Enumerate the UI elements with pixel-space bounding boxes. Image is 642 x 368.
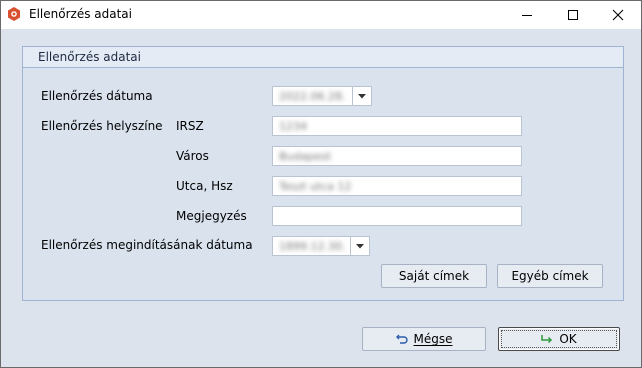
street-input[interactable]: Teszt utca 12 [272, 176, 522, 196]
dialog-window: Ellenőrzés adatai Ellenőrzés adatai Elle… [0, 0, 642, 368]
minimize-icon [522, 15, 532, 16]
cancel-button[interactable]: Mégse [362, 327, 486, 351]
inspection-location-label: Ellenőrzés helyszíne [41, 119, 163, 133]
inspection-date-label: Ellenőrzés dátuma [41, 89, 153, 103]
chevron-down-icon [356, 243, 364, 248]
irsz-label: IRSZ [176, 119, 204, 133]
other-addresses-label: Egyéb címek [511, 269, 589, 283]
app-logo-icon [7, 7, 21, 21]
inspection-date-value: 2022.06.28. [279, 90, 346, 103]
city-label: Város [176, 149, 209, 163]
own-addresses-label: Saját címek [398, 269, 470, 283]
city-input[interactable]: Budapest [272, 146, 522, 166]
street-label: Utca, Hsz [176, 179, 233, 193]
dialog-content: Ellenőrzés adatai Ellenőrzés dátuma 2022… [1, 29, 641, 367]
maximize-button[interactable] [550, 1, 596, 29]
own-addresses-button[interactable]: Saját címek [381, 264, 487, 288]
minimize-button[interactable] [504, 1, 550, 29]
street-value: Teszt utca 12 [279, 180, 352, 193]
inspection-date-picker[interactable]: 2022.06.28. [272, 86, 372, 106]
start-date-value: 1899.12.30. [279, 240, 346, 253]
group-title: Ellenőrzés adatai [38, 50, 141, 64]
inspection-data-group: Ellenőrzés adatai Ellenőrzés dátuma 2022… [22, 46, 624, 301]
maximize-icon [568, 10, 578, 20]
city-value: Budapest [279, 150, 332, 163]
cancel-label: Mégse [413, 332, 453, 346]
irsz-value: 1234 [279, 120, 307, 133]
note-input[interactable] [272, 206, 522, 226]
title-bar: Ellenőrzés adatai [1, 1, 641, 29]
start-date-label: Ellenőrzés megindításának dátuma [41, 238, 253, 252]
window-title: Ellenőrzés adatai [29, 7, 132, 21]
inspection-date-dropdown-button[interactable] [352, 87, 371, 105]
start-date-dropdown-button[interactable] [350, 237, 369, 255]
enter-arrow-icon [541, 334, 553, 344]
group-header: Ellenőrzés adatai [23, 47, 623, 68]
other-addresses-button[interactable]: Egyéb címek [497, 264, 603, 288]
close-button[interactable] [595, 1, 641, 29]
irsz-input[interactable]: 1234 [272, 116, 522, 136]
ok-button[interactable]: OK [498, 327, 620, 351]
close-icon [612, 9, 624, 21]
ok-label: OK [559, 332, 577, 346]
chevron-down-icon [358, 93, 366, 98]
start-date-picker[interactable]: 1899.12.30. [272, 236, 370, 256]
undo-icon [395, 334, 408, 344]
note-label: Megjegyzés [176, 209, 247, 223]
